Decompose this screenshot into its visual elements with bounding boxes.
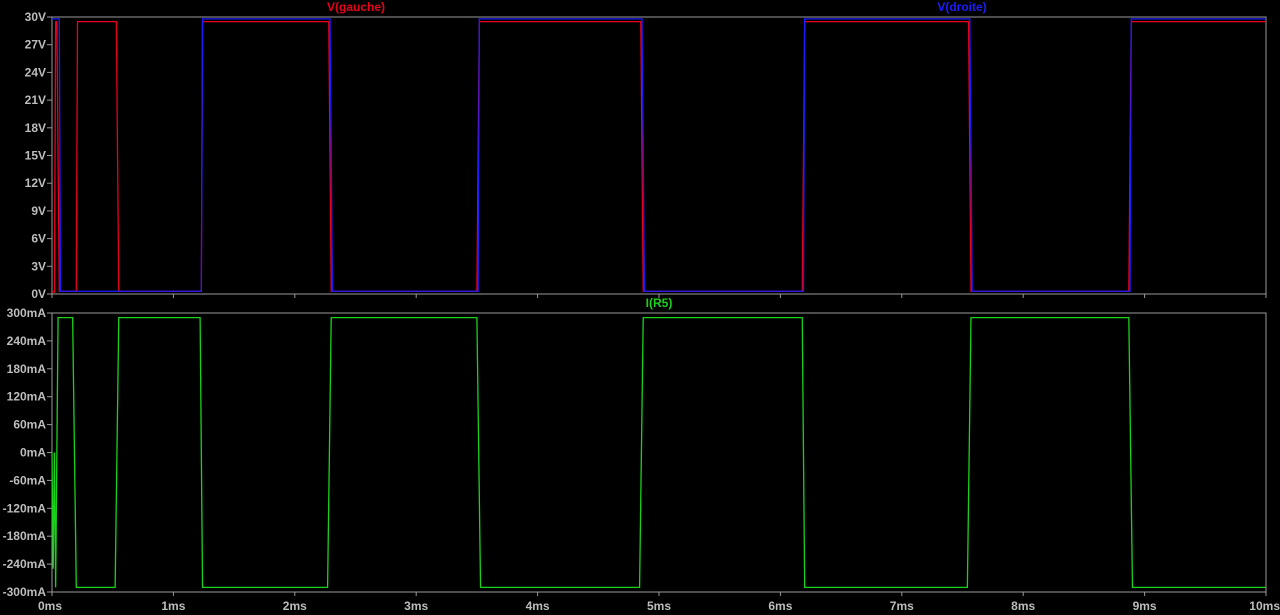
x-tick-label: 9ms [1133,599,1157,613]
x-tick-label: 2ms [283,599,307,613]
x-tick-label: 8ms [1011,599,1035,613]
current-y-tick-label: 240mA [7,334,47,348]
x-tick-label: 6ms [768,599,792,613]
current-y-tick-label: 300mA [7,306,47,320]
voltage-y-tick-label: 9V [31,204,46,218]
voltage-y-tick-label: 21V [25,93,46,107]
waveform-plot: 0V 3V 6V 9V 12V 15V 18V 21V 24V 27V 30V V(gauche) V(… [3,0,1280,613]
series-title-v-gauche[interactable]: V(gauche) [327,0,385,14]
x-tick-label: 10ms [1249,599,1280,613]
current-y-tick-label: -300mA [3,585,47,599]
voltage-plot-frame [51,16,1267,295]
voltage-y-tick-label: 12V [25,176,46,190]
voltage-y-tick-label: 3V [31,259,46,273]
current-y-tick-label: 0mA [20,446,46,460]
voltage-y-tick-label: 15V [25,149,46,163]
voltage-y-tick-label: 0V [31,287,46,301]
voltage-y-tick-label: 18V [25,121,46,135]
current-y-tick-label: -180mA [3,529,47,543]
current-y-tick-label: -120mA [3,501,47,515]
current-y-tick-label: -240mA [3,557,47,571]
current-y-tick-label: -60mA [9,473,46,487]
current-plot-frame [51,312,1267,593]
current-pane[interactable]: 300mA 240mA 180mA 120mA 60mA 0mA -60mA -120mA -1… [3,296,1280,613]
voltage-pane[interactable]: 0V 3V 6V 9V 12V 15V 18V 21V 24V 27V 30V V(gauche) V(… [25,0,1267,301]
voltage-y-tick-label: 30V [25,10,46,24]
current-y-tick-label: 120mA [7,390,47,404]
current-y-tick-label: 60mA [13,418,46,432]
series-title-i-r5[interactable]: I(R5) [646,296,673,310]
current-y-tick-label: 180mA [7,362,47,376]
voltage-y-tick-label: 6V [31,232,46,246]
x-tick-label: 1ms [161,599,185,613]
voltage-y-tick-label: 27V [25,38,46,52]
x-tick-label: 0ms [38,599,62,613]
series-title-v-droite[interactable]: V(droite) [937,0,986,14]
x-tick-label: 3ms [404,599,428,613]
x-tick-label: 5ms [647,599,671,613]
x-tick-label: 4ms [526,599,550,613]
voltage-y-tick-label: 24V [25,65,46,79]
x-tick-label: 7ms [890,599,914,613]
